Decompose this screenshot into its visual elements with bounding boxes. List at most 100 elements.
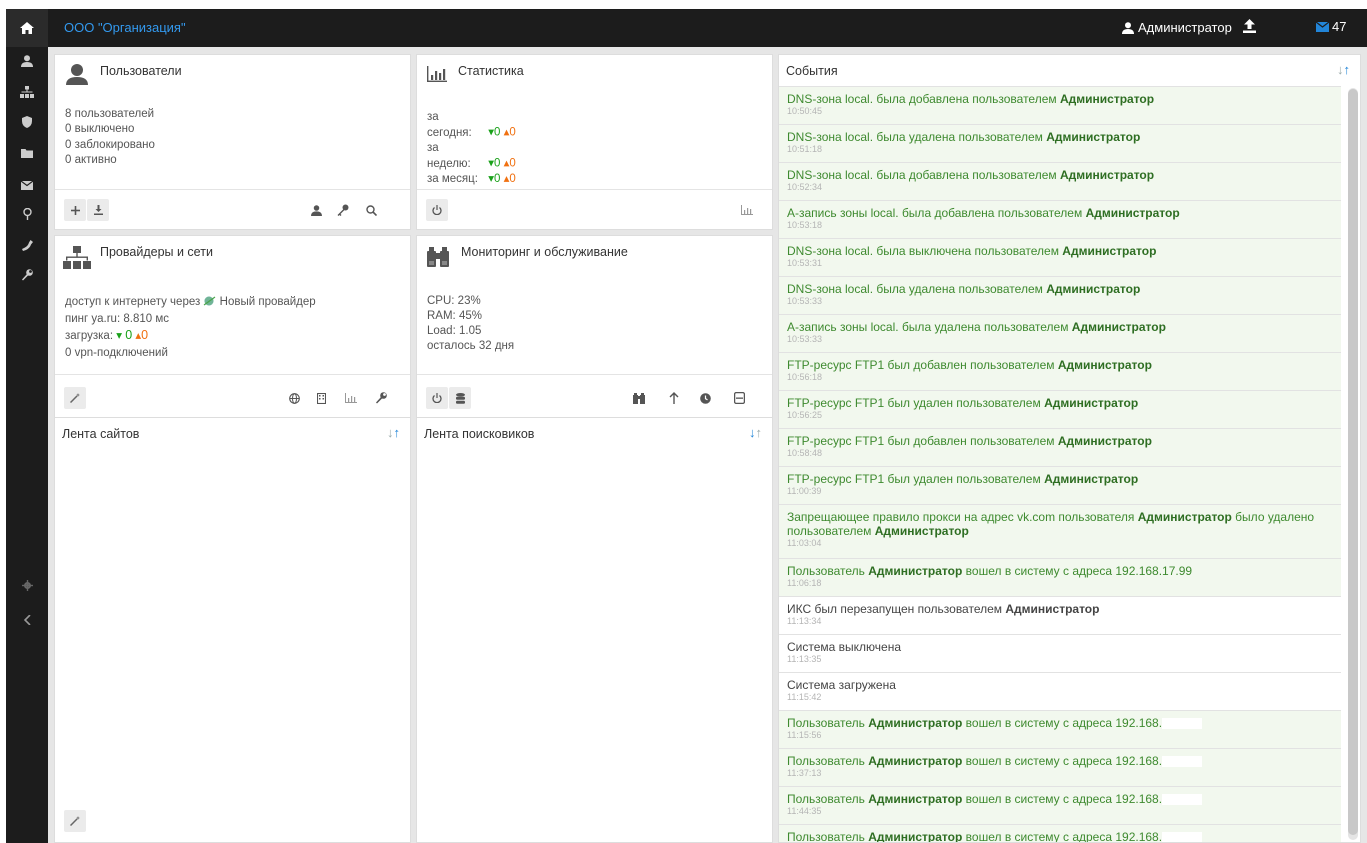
- statistics-panel-title: Статистика: [458, 64, 524, 78]
- event-time: 10:56:18: [787, 372, 823, 382]
- sidebar-collapse-button[interactable]: [6, 609, 48, 631]
- event-item: DNS-зона local. была добавлена пользоват…: [779, 86, 1341, 124]
- sidebar-item-users[interactable]: [6, 50, 48, 72]
- event-item: Пользователь Администратор вошел в систе…: [779, 748, 1341, 786]
- event-user-name: Администратор: [1071, 320, 1166, 334]
- event-time: 11:44:35: [787, 806, 822, 816]
- monitoring-schedule-button[interactable]: [695, 387, 715, 409]
- redacted-ip-mask: [1162, 794, 1203, 806]
- sidebar-item-settings[interactable]: [6, 574, 48, 596]
- import-users-button[interactable]: [87, 199, 109, 221]
- event-text: Система загружена: [787, 678, 1336, 692]
- users-disabled: 0 выключено: [65, 123, 135, 136]
- providers-globe-button[interactable]: [284, 387, 304, 409]
- event-text: А-запись зоны local. была удалена пользо…: [787, 320, 1336, 334]
- license-days-left: осталось 32 дня: [427, 340, 515, 352]
- event-text: Пользователь Администратор вошел в систе…: [787, 792, 1336, 806]
- monitoring-database-button[interactable]: [449, 387, 471, 409]
- monitoring-binoculars-button[interactable]: [629, 387, 649, 409]
- stats-down-value: 0: [493, 126, 501, 139]
- sidebar-item-location[interactable]: [6, 203, 48, 225]
- events-sort[interactable]: ↓↑: [1337, 62, 1350, 77]
- sidebar-item-telephony[interactable]: [6, 234, 48, 256]
- event-text-part: FTP-ресурс FTP1 был удален пользователем: [787, 396, 1045, 410]
- ping-line: пинг ya.ru: 8.810 мс: [65, 312, 169, 325]
- sidebar-item-files[interactable]: [6, 142, 48, 164]
- events-scrollbar-thumb[interactable]: [1348, 89, 1358, 835]
- chevron-left-icon: [23, 615, 31, 625]
- add-user-button[interactable]: [64, 199, 86, 221]
- event-text-part: вошел в систему с адреса 192.168.: [962, 716, 1163, 730]
- providers-settings-button[interactable]: [371, 387, 391, 409]
- users-search-button[interactable]: [361, 199, 381, 221]
- event-text-part: Пользователь: [787, 830, 869, 843]
- stats-down-value: 0: [493, 157, 501, 170]
- bar-chart-icon: [741, 205, 753, 215]
- event-item: DNS-зона local. была удалена пользовател…: [779, 276, 1341, 314]
- home-button[interactable]: [6, 9, 48, 47]
- search-feed-sort[interactable]: ↓↑: [749, 425, 762, 440]
- sort-up-icon[interactable]: ↑: [1344, 62, 1351, 77]
- event-item: FTP-ресурс FTP1 был удален пользователем…: [779, 466, 1341, 504]
- stats-up-value: 0: [509, 157, 516, 170]
- event-time: 11:13:34: [787, 616, 822, 626]
- upload-button[interactable]: [1243, 19, 1256, 36]
- users-panel: Пользователи 8 пользователей 0 выключено…: [54, 54, 411, 230]
- event-text-part: DNS-зона local. была удалена пользовател…: [787, 282, 1047, 296]
- users-stats: 8 пользователей 0 выключено 0 заблокиров…: [65, 107, 155, 168]
- statistics-panel: Статистика за сегодня: ▾0 ▴0 за неделю: …: [416, 54, 773, 230]
- access-label: доступ к интернету через: [65, 296, 201, 308]
- network-icon: [20, 86, 34, 98]
- load-label: загрузка:: [65, 330, 114, 342]
- event-text-part: А-запись зоны local. была удалена пользо…: [787, 320, 1072, 334]
- provider-name-link[interactable]: Новый провайдер: [220, 296, 316, 308]
- network-icon: [63, 246, 91, 269]
- sites-feed-sort[interactable]: ↓↑: [387, 425, 400, 440]
- event-text-part: Пользователь: [787, 716, 869, 730]
- sort-up-icon[interactable]: ↑: [394, 425, 401, 440]
- event-text-part: Пользователь: [787, 792, 869, 806]
- users-panel-title: Пользователи: [100, 64, 182, 78]
- stats-power-button[interactable]: [426, 199, 448, 221]
- event-user-name: Администратор: [1059, 168, 1155, 182]
- event-text-part: вошел в систему с адреса 192.168.: [962, 792, 1163, 806]
- event-item: FTP-ресурс FTP1 был добавлен пользовател…: [779, 428, 1341, 466]
- providers-info: доступ к интернету через Новый провайдер…: [65, 294, 316, 361]
- event-text-part: FTP-ресурс FTP1 был добавлен пользовател…: [787, 358, 1058, 372]
- event-text-part: А-запись зоны local. была добавлена поль…: [787, 206, 1086, 220]
- providers-chart-button[interactable]: [341, 387, 361, 409]
- sidebar-item-security[interactable]: [6, 111, 48, 133]
- mail-button[interactable]: 47: [1316, 19, 1346, 34]
- sort-up-icon[interactable]: ↑: [756, 425, 763, 440]
- monitoring-power-button[interactable]: [426, 387, 448, 409]
- user-menu[interactable]: Администратор: [1122, 20, 1232, 35]
- event-user-name: Администратор: [1057, 434, 1152, 448]
- stats-report-button[interactable]: [737, 199, 757, 221]
- sites-feed-edit-button[interactable]: [64, 810, 86, 832]
- org-name-link[interactable]: ООО "Организация": [64, 20, 186, 35]
- event-text: ИКС был перезапущен пользователем Админи…: [787, 602, 1336, 616]
- app-frame: ООО "Организация" Администратор 47 Польз…: [6, 9, 1367, 843]
- sidebar-item-tools[interactable]: [6, 264, 48, 286]
- shield-icon: [22, 116, 32, 128]
- users-keys-button[interactable]: [333, 199, 353, 221]
- binoculars-icon: [427, 247, 449, 267]
- event-item: Пользователь Администратор вошел в систе…: [779, 824, 1341, 843]
- providers-wizard-button[interactable]: [64, 387, 86, 409]
- event-user-name: Администратор: [1057, 358, 1152, 372]
- stats-down-value: 0: [493, 173, 501, 185]
- bar-chart-icon: [345, 393, 357, 403]
- upload-icon: [1243, 19, 1256, 33]
- stats-row-month: за месяц: ▾0 ▴0: [427, 172, 516, 188]
- event-time: 10:56:25: [787, 410, 823, 420]
- statistics-rows: за сегодня: ▾0 ▴0 за неделю: ▾0 ▴0 за ме…: [427, 110, 516, 188]
- monitoring-storage-button[interactable]: [729, 387, 749, 409]
- sidebar-item-mail[interactable]: [6, 174, 48, 196]
- event-text-part: ИКС был перезапущен пользователем: [787, 602, 1006, 616]
- user-profile-button[interactable]: [306, 199, 326, 221]
- monitoring-update-button[interactable]: [664, 387, 684, 409]
- map-pin-icon: [22, 208, 32, 220]
- sidebar-item-network[interactable]: [6, 81, 48, 103]
- key-icon: [337, 204, 349, 216]
- providers-building-button[interactable]: [311, 387, 331, 409]
